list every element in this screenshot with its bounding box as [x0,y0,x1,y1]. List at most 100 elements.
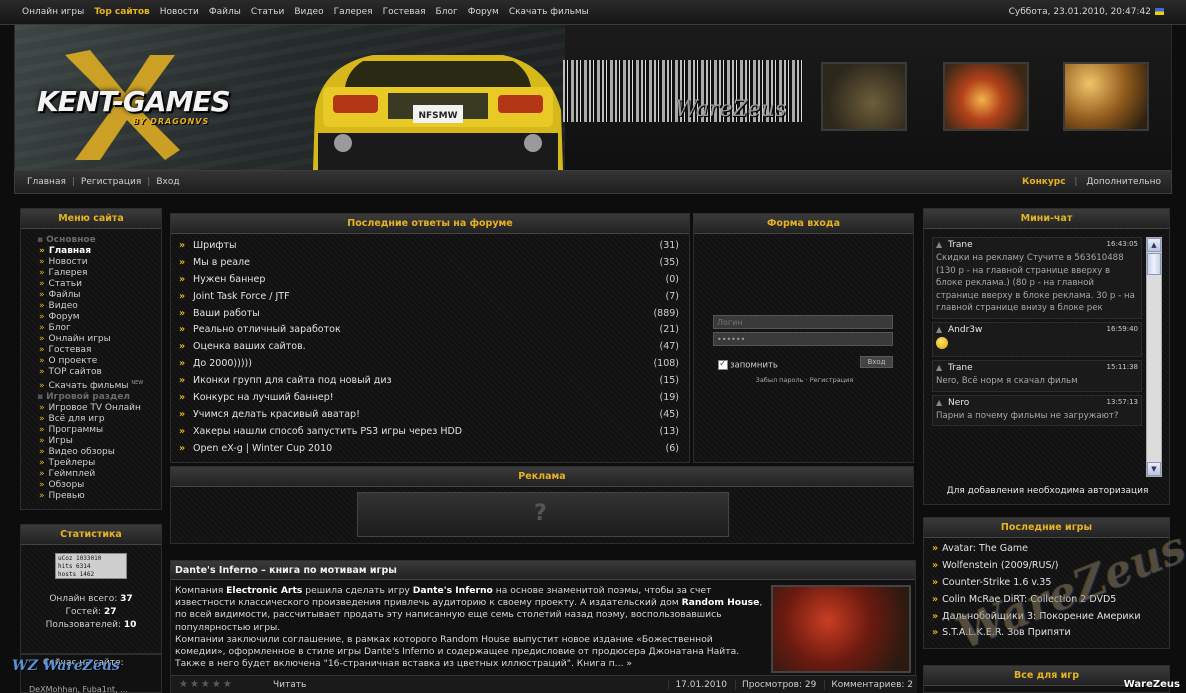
chat-user[interactable]: Andr3w 16:59:40 [936,325,1138,335]
subnav-link-login[interactable]: Вход [156,177,179,187]
password-input[interactable] [713,332,893,346]
forum-topic-title[interactable]: Иконки групп для сайта под новый диз [193,375,392,386]
scroll-thumb[interactable] [1147,253,1161,275]
subnav-link-home[interactable]: Главная [27,177,66,187]
login-submit-button[interactable]: Вход [860,356,893,368]
menu-item[interactable]: Видео [39,301,161,312]
register-link[interactable]: Регистрация [810,376,854,384]
chat-username[interactable]: Andr3w [948,325,982,335]
banner-thumb-2[interactable] [943,62,1029,131]
menu-item[interactable]: TOP сайтов [39,367,161,378]
forum-topic[interactable]: Нужен баннер (0) [179,274,683,291]
topnav-link-articles[interactable]: Статьи [251,7,284,17]
banner-thumb-3[interactable] [1063,62,1149,131]
menu-item[interactable]: Форум [39,312,161,323]
article-comments[interactable]: Комментариев: 2 [824,680,913,690]
forum-topic-title[interactable]: Оценка ваших сайтов. [193,341,306,352]
menu-item[interactable]: Блог [39,323,161,334]
forum-topic[interactable]: Учимся делать красивый аватар! (45) [179,409,683,426]
forum-topic-title[interactable]: Конкурс на лучший баннер! [193,392,334,403]
forum-topic[interactable]: Оценка ваших сайтов. (47) [179,341,683,358]
menu-item[interactable]: Онлайн игры [39,334,161,345]
subnav-link-contest[interactable]: Конкурс [1022,177,1066,187]
topnav-link-news[interactable]: Новости [160,7,199,17]
chat-username[interactable]: Nero [948,398,969,408]
menu-item[interactable]: Видео обзоры [39,447,161,458]
forum-topic-title[interactable]: Joint Task Force / JTF [193,291,290,302]
menu-item[interactable]: Геймплей [39,469,161,480]
menu-item[interactable]: Главная [39,246,161,257]
menu-item[interactable]: Скачать фильмы NEW [39,378,161,392]
game-item-title[interactable]: Дальнобойщики 3: Покорение Америки [942,611,1140,622]
menu-item[interactable]: О проекте [39,356,161,367]
topnav-link-forum[interactable]: Форум [468,7,499,17]
rating-stars-icon[interactable]: ★★★★★ [179,679,234,690]
remember-checkbox[interactable] [718,359,728,370]
topnav-link-guestbook[interactable]: Гостевая [383,7,426,17]
article-image[interactable] [771,585,911,673]
forum-topic[interactable]: Шрифты (31) [179,240,683,257]
game-item[interactable]: Wolfenstein (2009/RUS/) [932,560,1169,577]
forum-topic-title[interactable]: До 2000))))) [193,358,252,369]
topnav-link-online-games[interactable]: Онлайн игры [22,7,84,17]
game-item[interactable]: Colin McRae DiRT: Collection 2 DVD5 [932,594,1169,611]
topnav-link-top-sites[interactable]: Top сайтов [94,7,150,17]
forum-topic[interactable]: До 2000))))) (108) [179,358,683,375]
site-logo[interactable]: KENT-GAMES [37,85,231,118]
forum-topic[interactable]: Open eX-g | Winter Cup 2010 (6) [179,443,683,460]
forum-topic-title[interactable]: Шрифты [193,240,237,251]
forum-topic-title[interactable]: Мы в реале [193,257,250,268]
menu-item[interactable]: Игровое TV Онлайн [39,403,161,414]
topnav-link-gallery[interactable]: Галерея [334,7,373,17]
forum-topic-title[interactable]: Нужен баннер [193,274,265,285]
scroll-down-icon[interactable]: ▼ [1147,462,1161,476]
game-item[interactable]: Дальнобойщики 3: Покорение Америки [932,611,1169,628]
forum-topic[interactable]: Хакеры нашли способ запустить PS3 игры ч… [179,426,683,443]
forum-topic-title[interactable]: Хакеры нашли способ запустить PS3 игры ч… [193,426,462,437]
game-item-title[interactable]: Colin McRae DiRT: Collection 2 DVD5 [942,594,1116,605]
chat-scrollbar[interactable]: ▲ ▼ [1146,237,1162,477]
menu-item[interactable]: Файлы [39,290,161,301]
forum-topic-title[interactable]: Учимся делать красивый аватар! [193,409,360,420]
menu-item[interactable]: Трейлеры [39,458,161,469]
chat-username[interactable]: Trane [948,363,973,373]
menu-item[interactable]: Гостевая [39,345,161,356]
menu-item[interactable]: Новости [39,257,161,268]
forgot-password-link[interactable]: Забыл пароль [756,376,804,384]
game-item-title[interactable]: Wolfenstein (2009/RUS/) [942,560,1058,571]
forum-topic[interactable]: Joint Task Force / JTF (7) [179,291,683,308]
subnav-link-extra[interactable]: Дополнительно [1086,177,1161,187]
menu-item[interactable]: Галерея [39,268,161,279]
game-item-title[interactable]: Counter-Strike 1.6 v.35 [942,577,1051,588]
forum-topic-title[interactable]: Open eX-g | Winter Cup 2010 [193,443,332,454]
online-now-users[interactable]: DeXMohhan, Fuba1nt, ... [29,685,128,693]
game-item[interactable]: Avatar: The Game [932,543,1169,560]
topnav-link-files[interactable]: Файлы [209,7,241,17]
game-item-title[interactable]: S.T.A.L.K.E.R. Зов Припяти [942,627,1071,638]
forum-topic-title[interactable]: Ваши работы [193,308,260,319]
chat-user[interactable]: Trane 15:11:38 [936,363,1138,373]
hit-counter[interactable]: uCoz 1033010 hits 6314 hosts 1462 [55,553,127,579]
menu-item[interactable]: Обзоры [39,480,161,491]
chat-user[interactable]: Trane 16:43:05 [936,240,1138,250]
topnav-link-video[interactable]: Видео [294,7,323,17]
subnav-link-register[interactable]: Регистрация [81,177,141,187]
forum-topic-title[interactable]: Реально отличный заработок [193,324,341,335]
login-input[interactable] [713,315,893,329]
article-title[interactable]: Dante's Inferno – книга по мотивам игры [171,561,915,580]
forum-topic[interactable]: Иконки групп для сайта под новый диз (15) [179,375,683,392]
menu-item[interactable]: Превью [39,491,161,502]
menu-item[interactable]: Всё для игр [39,414,161,425]
game-item[interactable]: S.T.A.L.K.E.R. Зов Припяти [932,627,1169,644]
forum-topic[interactable]: Ваши работы (889) [179,308,683,325]
forum-topic[interactable]: Реально отличный заработок (21) [179,324,683,341]
remember-me[interactable]: запомнить [718,359,778,371]
game-item-title[interactable]: Avatar: The Game [942,543,1028,554]
forum-topic[interactable]: Мы в реале (35) [179,257,683,274]
menu-item[interactable]: Программы [39,425,161,436]
chat-user[interactable]: Nero 13:57:13 [936,398,1138,408]
scroll-up-icon[interactable]: ▲ [1147,238,1161,252]
read-more-link[interactable]: Читать [273,680,306,690]
chat-username[interactable]: Trane [948,240,973,250]
ad-banner-slot[interactable]: ? [357,492,729,537]
